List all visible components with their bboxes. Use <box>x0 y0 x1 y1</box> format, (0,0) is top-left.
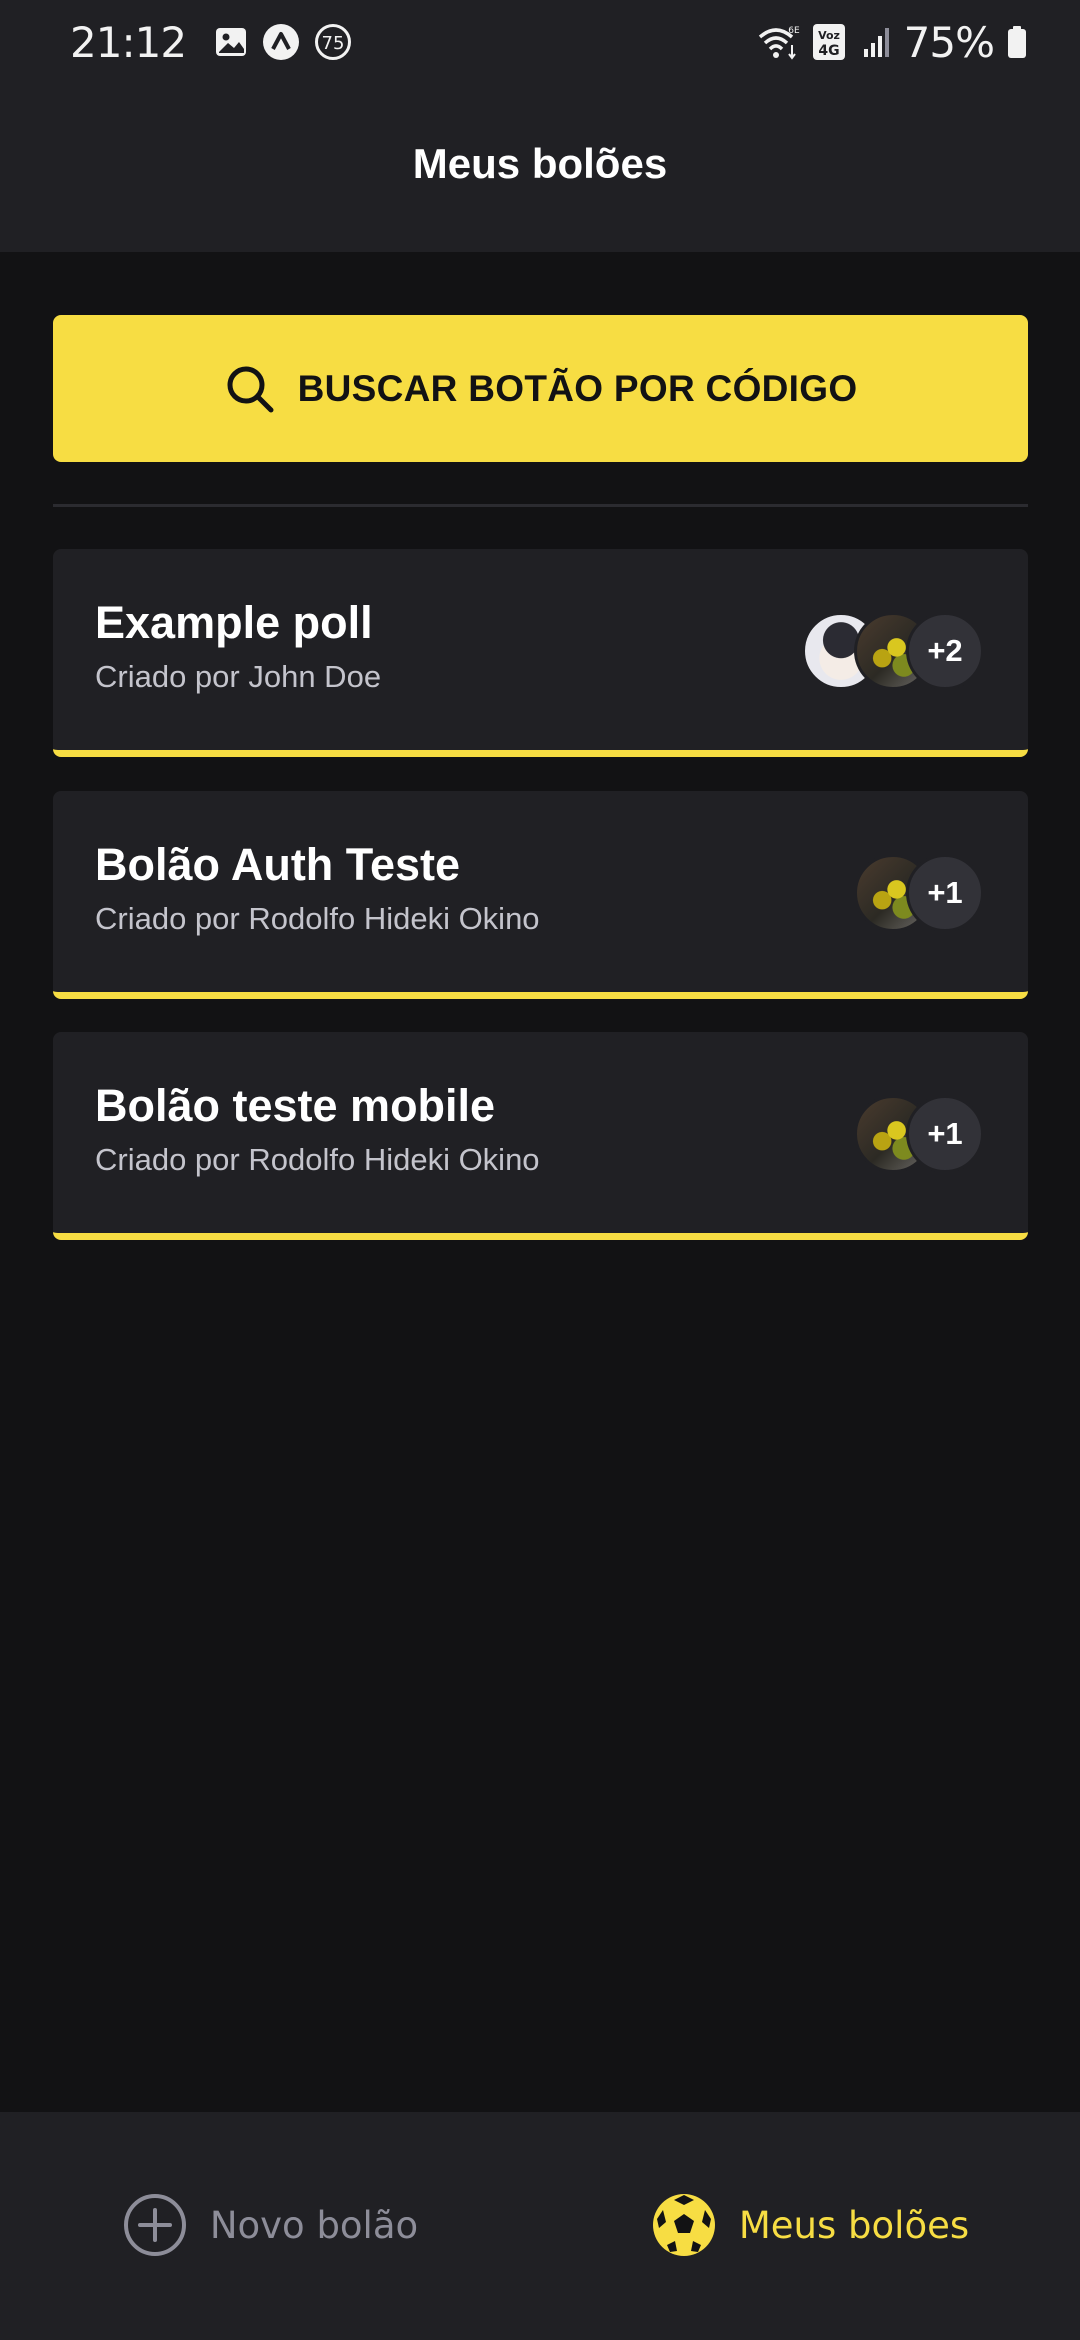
wifi-icon: 6E <box>756 23 800 61</box>
participants-extra-count: +2 <box>906 612 984 690</box>
poll-card[interactable]: Example poll Criado por John Doe +2 <box>53 549 1028 757</box>
battery-icon <box>1006 25 1028 59</box>
status-left: 21:12 75 <box>70 18 352 67</box>
poll-title: Bolão teste mobile <box>95 1080 496 1131</box>
badge-count-icon: 75 <box>314 23 352 61</box>
gallery-icon <box>214 25 248 59</box>
svg-text:4G: 4G <box>818 43 839 59</box>
poll-title: Example poll <box>95 597 373 648</box>
wifi-label: 6E <box>788 26 800 36</box>
participants-extra-count: +1 <box>906 1095 984 1173</box>
tab-new-poll[interactable]: Novo bolão <box>0 2112 540 2340</box>
participants-avatars: +1 <box>854 854 984 932</box>
search-icon <box>224 363 276 415</box>
tab-my-polls[interactable]: Meus bolões <box>540 2112 1080 2340</box>
poll-title: Bolão Auth Teste <box>95 839 461 890</box>
volte-4g-icon: Voz 4G <box>812 23 850 61</box>
soccer-ball-icon <box>651 2192 717 2258</box>
poll-owner: Criado por Rodolfo Hideki Okino <box>95 1142 540 1177</box>
poll-card[interactable]: Bolão Auth Teste Criado por Rodolfo Hide… <box>53 791 1028 999</box>
divider <box>53 504 1028 507</box>
status-right: 6E Voz 4G 75% <box>756 18 1028 67</box>
search-button-label: BUSCAR BOTÃO POR CÓDIGO <box>297 367 858 409</box>
bottom-navigation: Novo bolão Meus bolões <box>0 2112 1080 2340</box>
poll-owner: Criado por Rodolfo Hideki Okino <box>95 901 540 936</box>
status-time: 21:12 <box>70 17 187 67</box>
app-notification-icon <box>262 23 300 61</box>
participants-avatars: +1 <box>854 1095 984 1173</box>
app-header: Meus bolões <box>0 84 1080 252</box>
participants-extra-count: +1 <box>906 854 984 932</box>
poll-owner: Criado por John Doe <box>95 659 382 694</box>
page-title: Meus bolões <box>412 140 668 187</box>
signal-icon <box>862 25 892 59</box>
badge-count-text: 75 <box>322 33 345 54</box>
svg-text:Voz: Voz <box>818 29 840 42</box>
tab-new-poll-label: Novo bolão <box>209 2203 419 2247</box>
plus-circle-icon <box>122 2192 188 2258</box>
tab-my-polls-label: Meus bolões <box>738 2203 970 2247</box>
status-bar: 21:12 75 6E Voz 4G 75% <box>0 0 1080 84</box>
search-by-code-button[interactable]: BUSCAR BOTÃO POR CÓDIGO <box>53 315 1028 462</box>
poll-card[interactable]: Bolão teste mobile Criado por Rodolfo Hi… <box>53 1032 1028 1240</box>
participants-avatars: +2 <box>802 612 984 690</box>
battery-percentage: 75% <box>903 17 995 67</box>
